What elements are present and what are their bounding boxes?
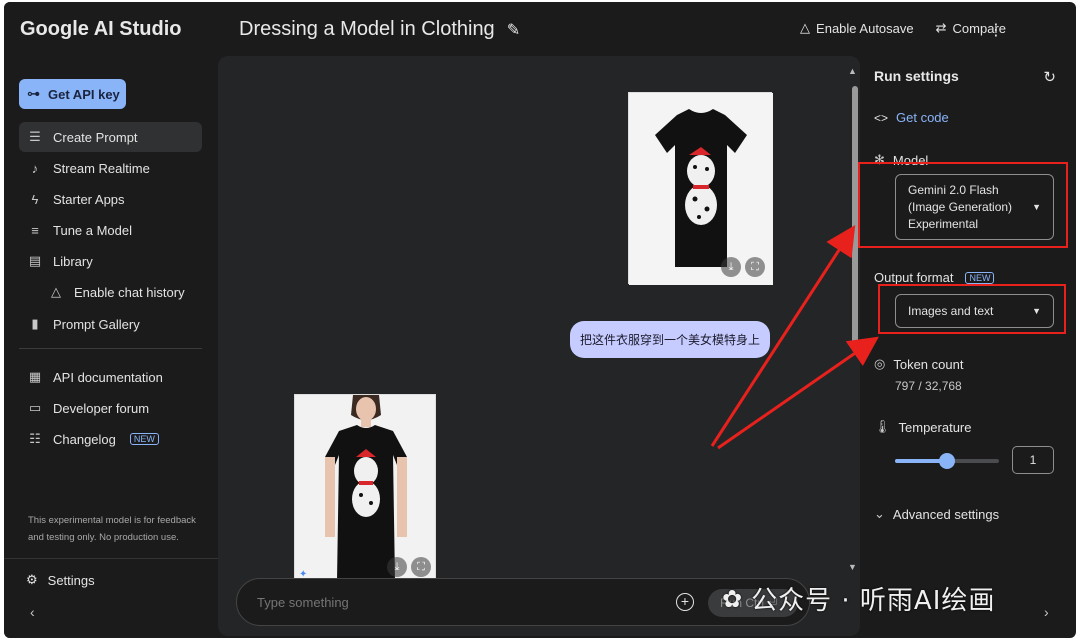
temperature-input[interactable]: 1: [1012, 446, 1054, 474]
output-format-label: Output format: [874, 270, 954, 285]
sidebar-item-label: Tune a Model: [53, 222, 133, 238]
prompt-title[interactable]: Dressing a Model in Clothing: [239, 18, 495, 41]
microphone-icon: ♪: [31, 160, 39, 176]
run-settings-title: Run settings: [874, 68, 959, 84]
advanced-settings-toggle[interactable]: ⌄ Advanced settings: [874, 506, 999, 522]
temperature-slider[interactable]: [895, 453, 999, 469]
autosave-label: Enable Autosave: [816, 20, 914, 36]
more-options-icon[interactable]: ⋮: [988, 20, 1004, 40]
temperature-row: 🌡 Temperature: [874, 419, 972, 435]
model-picture: [295, 395, 435, 583]
collapse-sidebar-icon[interactable]: ‹: [30, 604, 35, 620]
scroll-down-arrow[interactable]: ▼: [848, 562, 857, 572]
run-settings-panel: Run settings ↻ <> Get code ✻ Model Gemin…: [864, 56, 1076, 636]
temperature-label: Temperature: [898, 419, 972, 435]
forum-icon: ▭: [28, 400, 42, 415]
get-code-link[interactable]: <> Get code: [874, 110, 949, 125]
sidebar: Google AI Studio ⊶ Get API key ☰ Create …: [4, 2, 218, 638]
changelog-icon: ☷: [29, 431, 41, 446]
watermark: ✿ 公众号 · 听雨AI绘画: [722, 580, 995, 617]
tune-icon: ≡: [31, 222, 39, 238]
sidebar-item-create-prompt[interactable]: ☰ Create Prompt: [19, 122, 202, 152]
reset-icon[interactable]: ↻: [1043, 68, 1056, 86]
library-icon: ▤: [28, 253, 42, 268]
gear-icon: ⚙: [26, 572, 38, 587]
experimental-footnote: This experimental model is for feedback …: [28, 515, 196, 543]
key-icon: ⊶: [27, 86, 40, 101]
sidebar-divider: [4, 558, 218, 559]
code-icon: <>: [874, 110, 889, 125]
thermometer-icon: 🌡: [874, 419, 891, 434]
book-icon: ▮: [31, 316, 39, 331]
sidebar-item-tune-model[interactable]: ≡ Tune a Model: [19, 215, 202, 245]
watermark-text: 公众号 · 听雨AI绘画: [751, 586, 996, 616]
sidebar-item-stream-realtime[interactable]: ♪ Stream Realtime: [19, 153, 202, 183]
new-badge: NEW: [129, 433, 159, 445]
generated-model-image[interactable]: ⤓ ⛶ ✦: [294, 394, 436, 584]
sidebar-item-label: Enable chat history: [74, 284, 185, 300]
add-media-icon[interactable]: +: [676, 593, 694, 611]
bolt-icon: ϟ: [31, 191, 39, 207]
compare-icon: ⇄: [935, 20, 947, 35]
sidebar-item-label: API documentation: [53, 369, 163, 385]
token-count-label: Token count: [893, 356, 964, 372]
autosave-icon: △: [800, 20, 811, 35]
sidebar-item-label: Stream Realtime: [53, 160, 150, 176]
settings-button[interactable]: ⚙ Settings: [26, 572, 95, 588]
sidebar-item-label: Changelog: [53, 431, 116, 447]
token-count-value: 797 / 32,768: [895, 379, 962, 393]
chevron-right-icon[interactable]: ›: [1044, 604, 1049, 620]
sidebar-item-label: Starter Apps: [53, 191, 125, 207]
page-title: Dressing a Model in Clothing ✎: [239, 18, 520, 41]
scroll-up-arrow[interactable]: ▲: [848, 66, 857, 76]
get-api-key-label: Get API key: [48, 86, 120, 102]
sidebar-item-developer-forum[interactable]: ▭ Developer forum: [19, 393, 202, 423]
advanced-settings-label: Advanced settings: [892, 506, 1000, 522]
download-icon[interactable]: ⤓: [721, 257, 741, 277]
download-icon[interactable]: ⤓: [387, 557, 407, 577]
sidebar-item-enable-chat-history[interactable]: △ Enable chat history: [40, 277, 202, 307]
output-format-label-row: Output format NEW: [874, 270, 995, 285]
sidebar-divider: [19, 348, 202, 349]
sidebar-item-api-docs[interactable]: ▦ API documentation: [19, 362, 202, 392]
sidebar-item-label: Library: [53, 253, 93, 269]
sidebar-item-label: Developer forum: [53, 400, 150, 416]
get-code-label: Get code: [896, 110, 949, 125]
token-count-row: ◎ Token count: [874, 356, 963, 372]
brand-logo[interactable]: Google AI Studio: [20, 18, 181, 41]
edit-pencil-icon[interactable]: ✎: [507, 20, 520, 40]
fullscreen-icon[interactable]: ⛶: [745, 257, 765, 277]
sidebar-item-starter-apps[interactable]: ϟ Starter Apps: [19, 184, 202, 214]
history-icon: △: [51, 284, 61, 299]
sidebar-item-changelog[interactable]: ☷ Changelog NEW: [19, 424, 202, 454]
prompt-input[interactable]: [257, 594, 637, 610]
new-badge: NEW: [965, 271, 995, 284]
sidebar-item-label: Prompt Gallery: [53, 316, 140, 332]
header-actions: △ Enable Autosave ⇄ Compare: [800, 20, 1006, 36]
get-api-key-button[interactable]: ⊶ Get API key: [19, 79, 126, 109]
fullscreen-icon[interactable]: ⛶: [411, 557, 431, 577]
user-message-bubble: 把这件衣服穿到一个美女模特身上: [570, 321, 771, 358]
create-prompt-icon: ☰: [29, 129, 41, 144]
sidebar-item-label: Create Prompt: [53, 129, 138, 145]
chevron-down-icon: ⌄: [874, 506, 885, 521]
sidebar-item-prompt-gallery[interactable]: ▮ Prompt Gallery: [19, 309, 202, 339]
annotation-box-model: [858, 162, 1068, 248]
doc-icon: ▦: [28, 369, 42, 384]
uploaded-tshirt-image[interactable]: ⤓ ⛶: [628, 92, 773, 285]
settings-label: Settings: [47, 572, 95, 588]
temperature-slider-thumb[interactable]: [939, 453, 955, 469]
chat-area: ⤓ ⛶ 把这件衣服穿到一个美女模特身上 ⤓ ⛶ ✦ ▲ ▼: [218, 56, 860, 636]
annotation-box-output-format: [878, 284, 1066, 334]
enable-autosave-button[interactable]: △ Enable Autosave: [800, 20, 914, 36]
token-icon: ◎: [874, 356, 886, 371]
wechat-logo-icon: ✿: [722, 584, 744, 613]
sidebar-item-library[interactable]: ▤ Library: [19, 246, 202, 276]
image-actions: ⤓ ⛶: [387, 557, 431, 577]
image-actions: ⤓ ⛶: [721, 257, 765, 277]
